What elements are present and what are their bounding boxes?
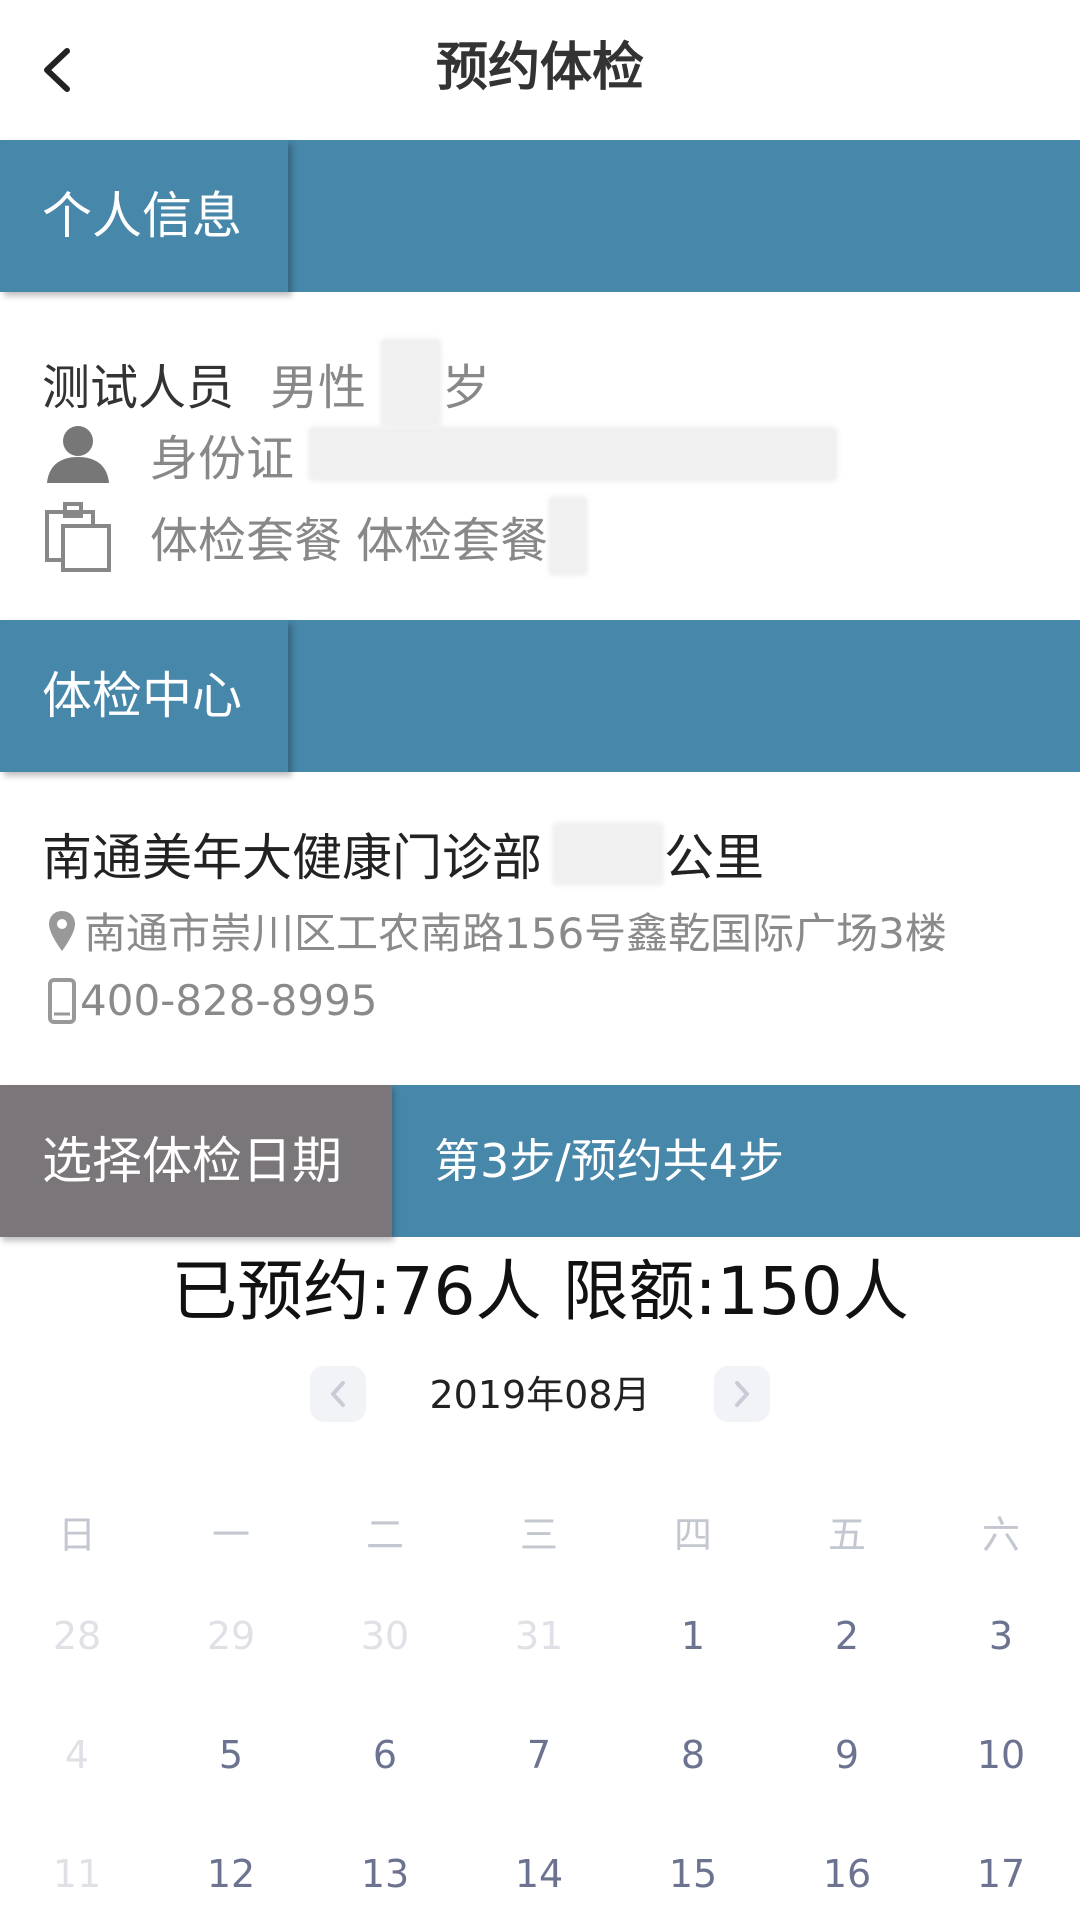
calendar-day[interactable]: 15: [616, 1852, 770, 1896]
exam-center-header: 体检中心: [0, 620, 1080, 772]
location-pin-icon: [42, 909, 82, 953]
calendar-day[interactable]: 13: [308, 1852, 462, 1896]
exam-center-title: 体检中心: [0, 620, 288, 772]
weekday-mon: 一: [211, 1513, 250, 1557]
weekday-thu: 四: [673, 1513, 712, 1557]
id-card-label: 身份证: [150, 431, 295, 487]
calendar-day[interactable]: 9: [770, 1733, 924, 1777]
weekday-fri: 五: [827, 1513, 866, 1557]
age-redacted: [380, 338, 443, 428]
calendar-day: 4: [64, 1733, 90, 1777]
current-month: 2019年08月: [429, 1373, 651, 1417]
center-phone[interactable]: 400-828-8995: [80, 976, 378, 1025]
next-month-button[interactable]: [714, 1366, 770, 1422]
step-indicator: 第3步/预约共4步: [434, 1134, 785, 1188]
chevron-right-icon: [735, 1381, 749, 1407]
date-step-title: 选择体检日期: [0, 1085, 392, 1237]
calendar-day[interactable]: 12: [154, 1852, 308, 1896]
chevron-left-icon: [331, 1381, 345, 1407]
calendar-day[interactable]: 17: [924, 1852, 1078, 1896]
calendar-day[interactable]: 3: [924, 1614, 1078, 1658]
calendar-day[interactable]: 7: [462, 1733, 616, 1777]
calendar-day[interactable]: 1: [616, 1614, 770, 1658]
personal-info-title: 个人信息: [0, 140, 288, 292]
date-step-header: 选择体检日期 第3步/预约共4步: [0, 1085, 1080, 1237]
calendar-day: 28: [52, 1614, 102, 1658]
calendar-day: 11: [52, 1852, 102, 1896]
address-row: 南通市崇川区工农南路156号鑫乾国际广场3楼: [42, 900, 947, 961]
calendar-day: 30: [360, 1614, 410, 1658]
center-name-row: 南通美年大健康门诊部 公里: [42, 818, 764, 890]
clipboard-icon: [42, 500, 114, 572]
distance-redacted: [552, 822, 664, 886]
weekday-wed: 三: [519, 1513, 558, 1557]
weekday-tue: 二: [365, 1513, 404, 1557]
distance-unit: 公里: [664, 829, 764, 887]
calendar-day[interactable]: 14: [462, 1852, 616, 1896]
page: 预约体检 个人信息 测试人员 男性 岁 身份证 体检套餐 体检套餐 体检中心 南…: [0, 0, 1080, 1920]
phone-row[interactable]: 400-828-8995: [42, 976, 378, 1025]
phone-icon: [42, 977, 82, 1024]
center-name: 南通美年大健康门诊部: [42, 829, 542, 887]
back-button[interactable]: [22, 35, 92, 105]
nav-bar: 预约体检: [0, 0, 1080, 140]
id-number-redacted: [308, 426, 839, 482]
calendar-day[interactable]: 2: [770, 1614, 924, 1658]
quota-summary: 已预约:76人 限额:150人: [171, 1253, 909, 1330]
center-address: 南通市崇川区工农南路156号鑫乾国际广场3楼: [84, 909, 947, 958]
package-row: 体检套餐 体检套餐: [42, 496, 589, 576]
calendar-day[interactable]: 8: [616, 1733, 770, 1777]
chevron-left-icon: [44, 48, 70, 92]
age-unit: 岁: [442, 360, 491, 416]
calendar-day: 31: [514, 1614, 564, 1658]
page-title: 预约体检: [435, 38, 644, 98]
person-icon: [42, 418, 114, 490]
id-card-row: 身份证: [42, 418, 839, 490]
package-redacted: [548, 496, 589, 576]
package-label: 体检套餐: [150, 513, 343, 569]
person-gender: 男性: [270, 360, 367, 416]
weekday-sat: 六: [981, 1513, 1020, 1557]
personal-info-header: 个人信息: [0, 140, 1080, 292]
prev-month-button[interactable]: [310, 1366, 366, 1422]
calendar-day[interactable]: 10: [924, 1733, 1078, 1777]
calendar-day[interactable]: 5: [154, 1733, 308, 1777]
calendar-day[interactable]: 6: [308, 1733, 462, 1777]
month-selector: 2019年08月: [0, 1366, 1080, 1426]
person-summary: 测试人员 男性 岁: [42, 338, 490, 428]
calendar-day[interactable]: 16: [770, 1852, 924, 1896]
calendar-day: 29: [206, 1614, 256, 1658]
person-name: 测试人员: [42, 360, 235, 416]
weekday-sun: 日: [57, 1513, 96, 1557]
package-value: 体检套餐: [356, 513, 549, 569]
